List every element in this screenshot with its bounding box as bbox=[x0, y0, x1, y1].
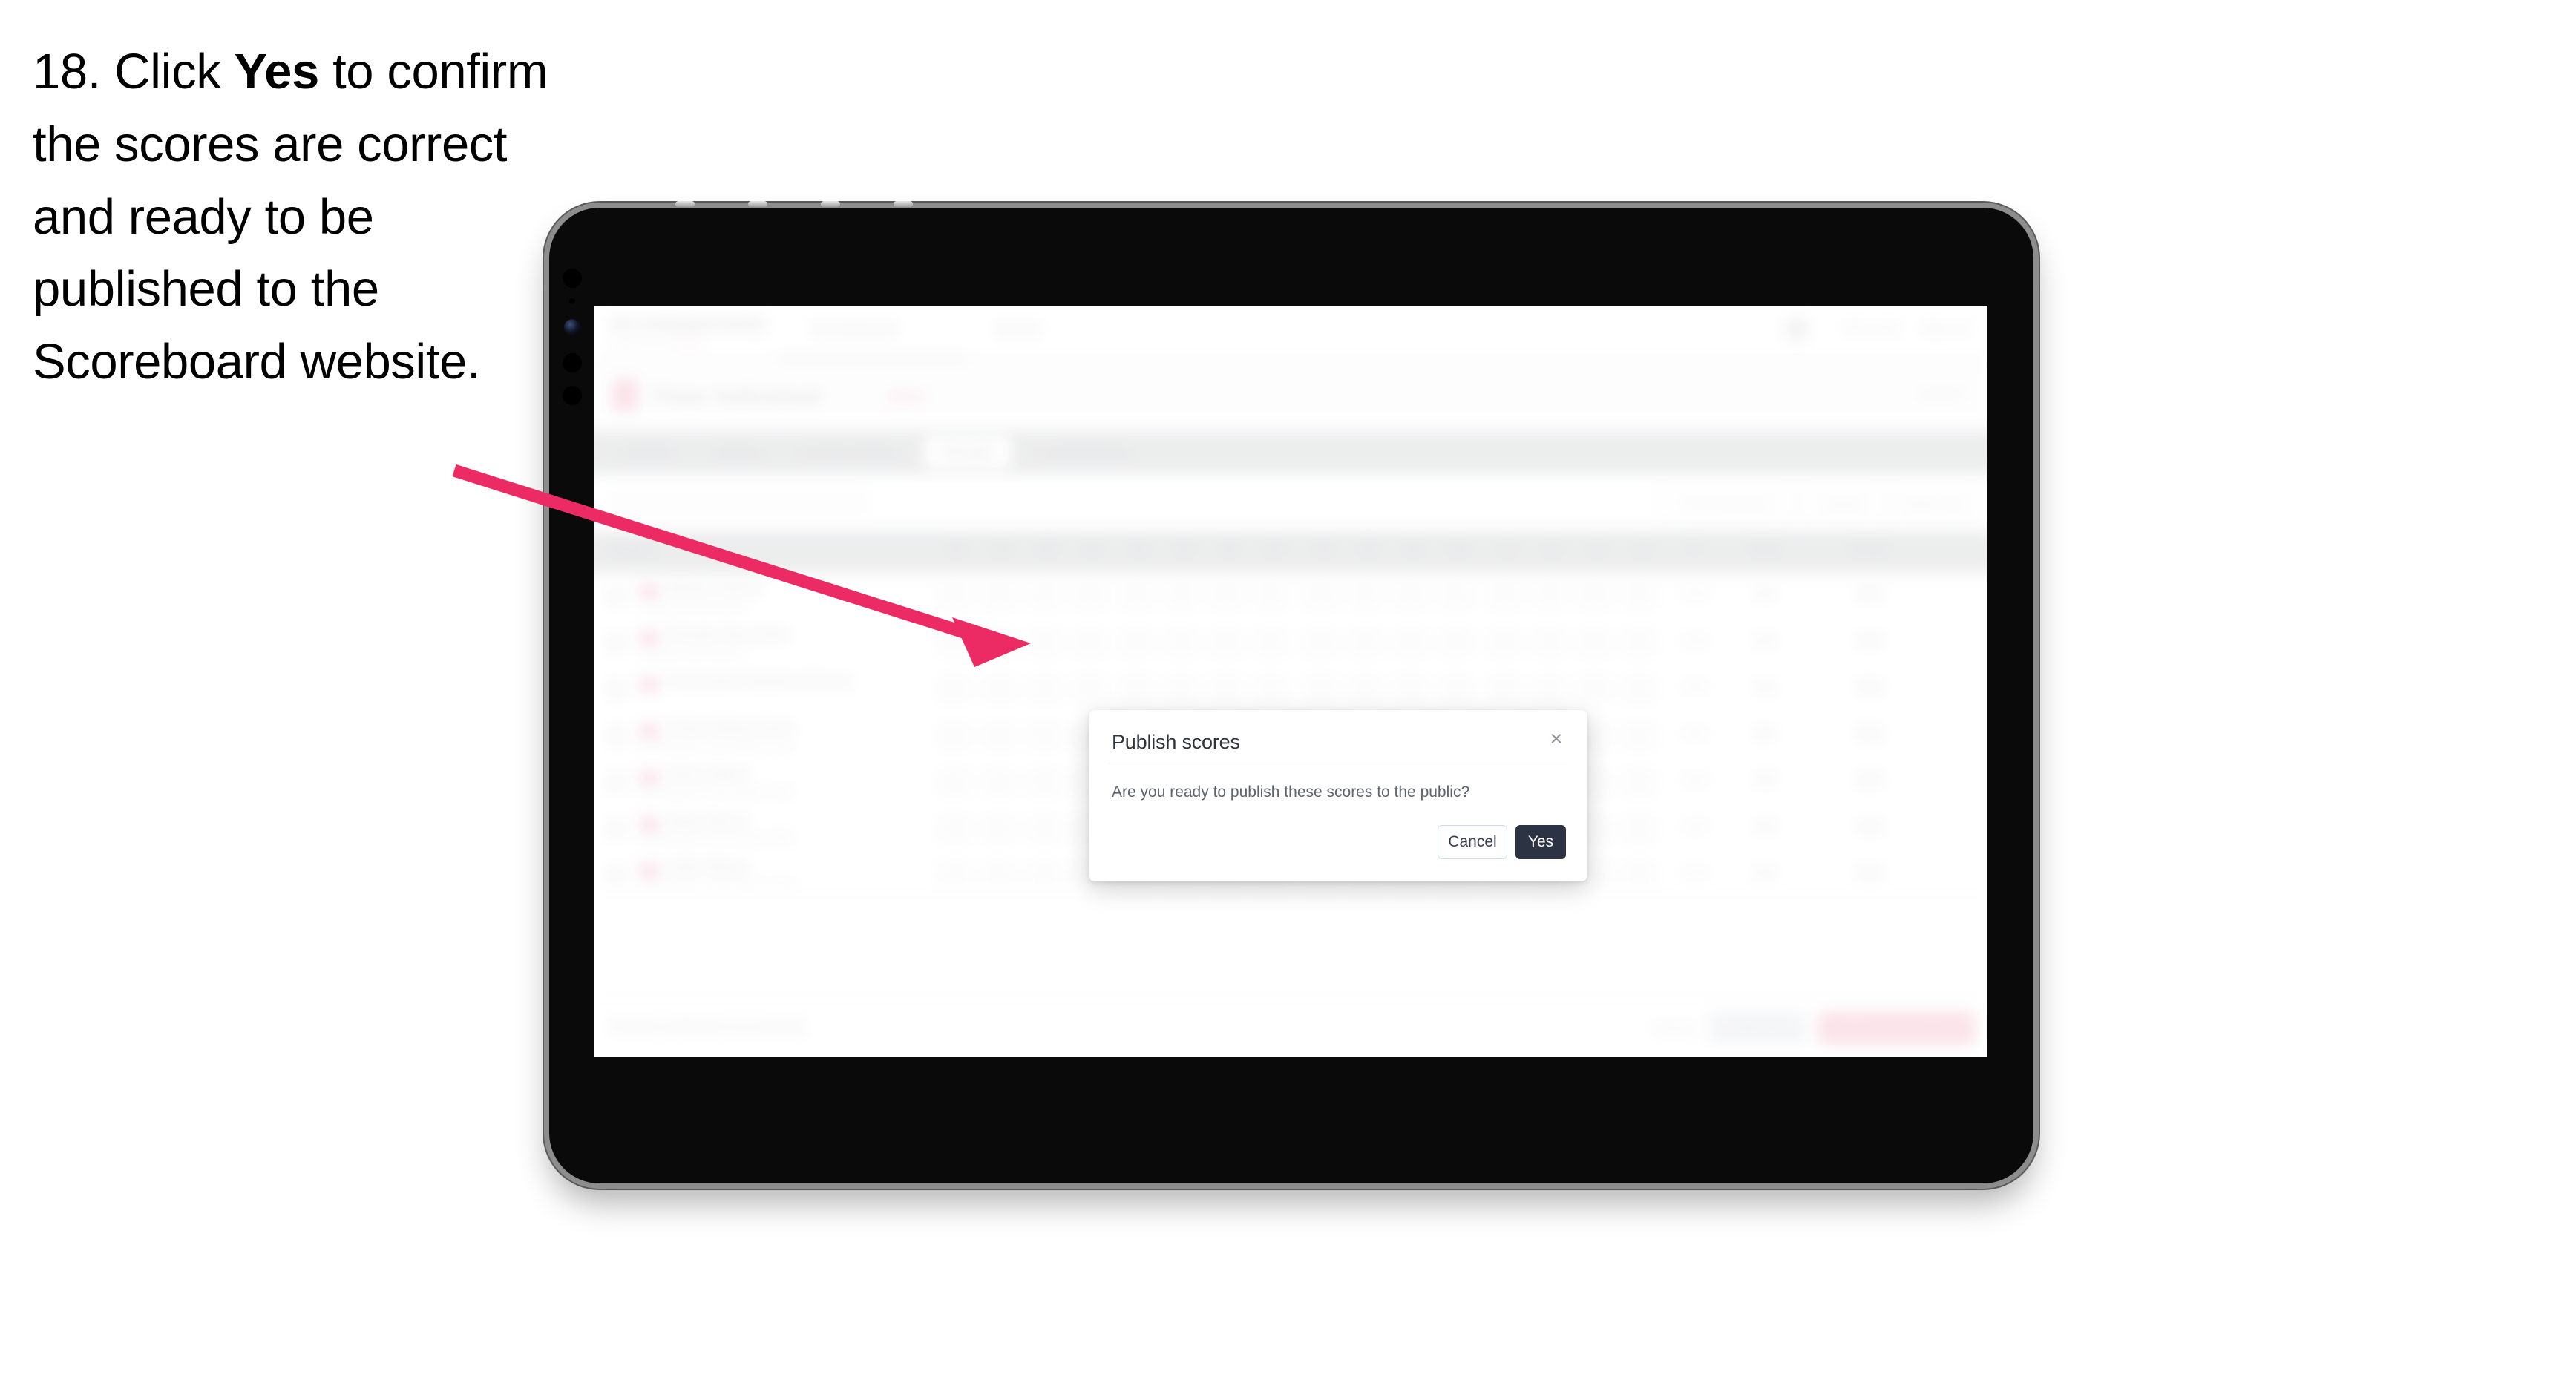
speaker-notch-icon bbox=[748, 201, 767, 207]
tablet-device: SCOREBOARD powered by SGB Scoreboard Eve… bbox=[544, 201, 2039, 1189]
instruction-bold-yes: Yes bbox=[234, 44, 320, 99]
speaker-notch-icon bbox=[894, 201, 913, 207]
dialog-message: Are you ready to publish these scores to… bbox=[1112, 784, 1470, 801]
ambient-sensor-icon bbox=[563, 386, 582, 405]
dialog-title: Publish scores bbox=[1112, 731, 1240, 753]
yes-button[interactable]: Yes bbox=[1515, 825, 1566, 859]
modal-scrim[interactable] bbox=[594, 306, 1987, 1057]
cancel-button[interactable]: Cancel bbox=[1438, 825, 1507, 859]
close-icon[interactable]: × bbox=[1544, 726, 1569, 752]
microphone-icon bbox=[563, 353, 582, 372]
front-camera-lens-icon bbox=[564, 319, 580, 335]
instruction-caption: 18. Click Yes to confirm the scores are … bbox=[33, 36, 567, 398]
tablet-screen: SCOREBOARD powered by SGB Scoreboard Eve… bbox=[594, 306, 1987, 1057]
dialog-actions: Cancel Yes bbox=[1438, 825, 1566, 859]
publish-scores-dialog: Publish scores × Are you ready to publis… bbox=[1089, 710, 1587, 881]
speaker-notch-icon bbox=[675, 201, 695, 207]
instruction-number: 18. bbox=[33, 44, 101, 99]
sensor-dot-icon bbox=[569, 298, 575, 304]
speaker-notch-icon bbox=[821, 201, 840, 207]
instruction-pre: Click bbox=[114, 44, 235, 99]
camera-icon bbox=[563, 269, 582, 288]
